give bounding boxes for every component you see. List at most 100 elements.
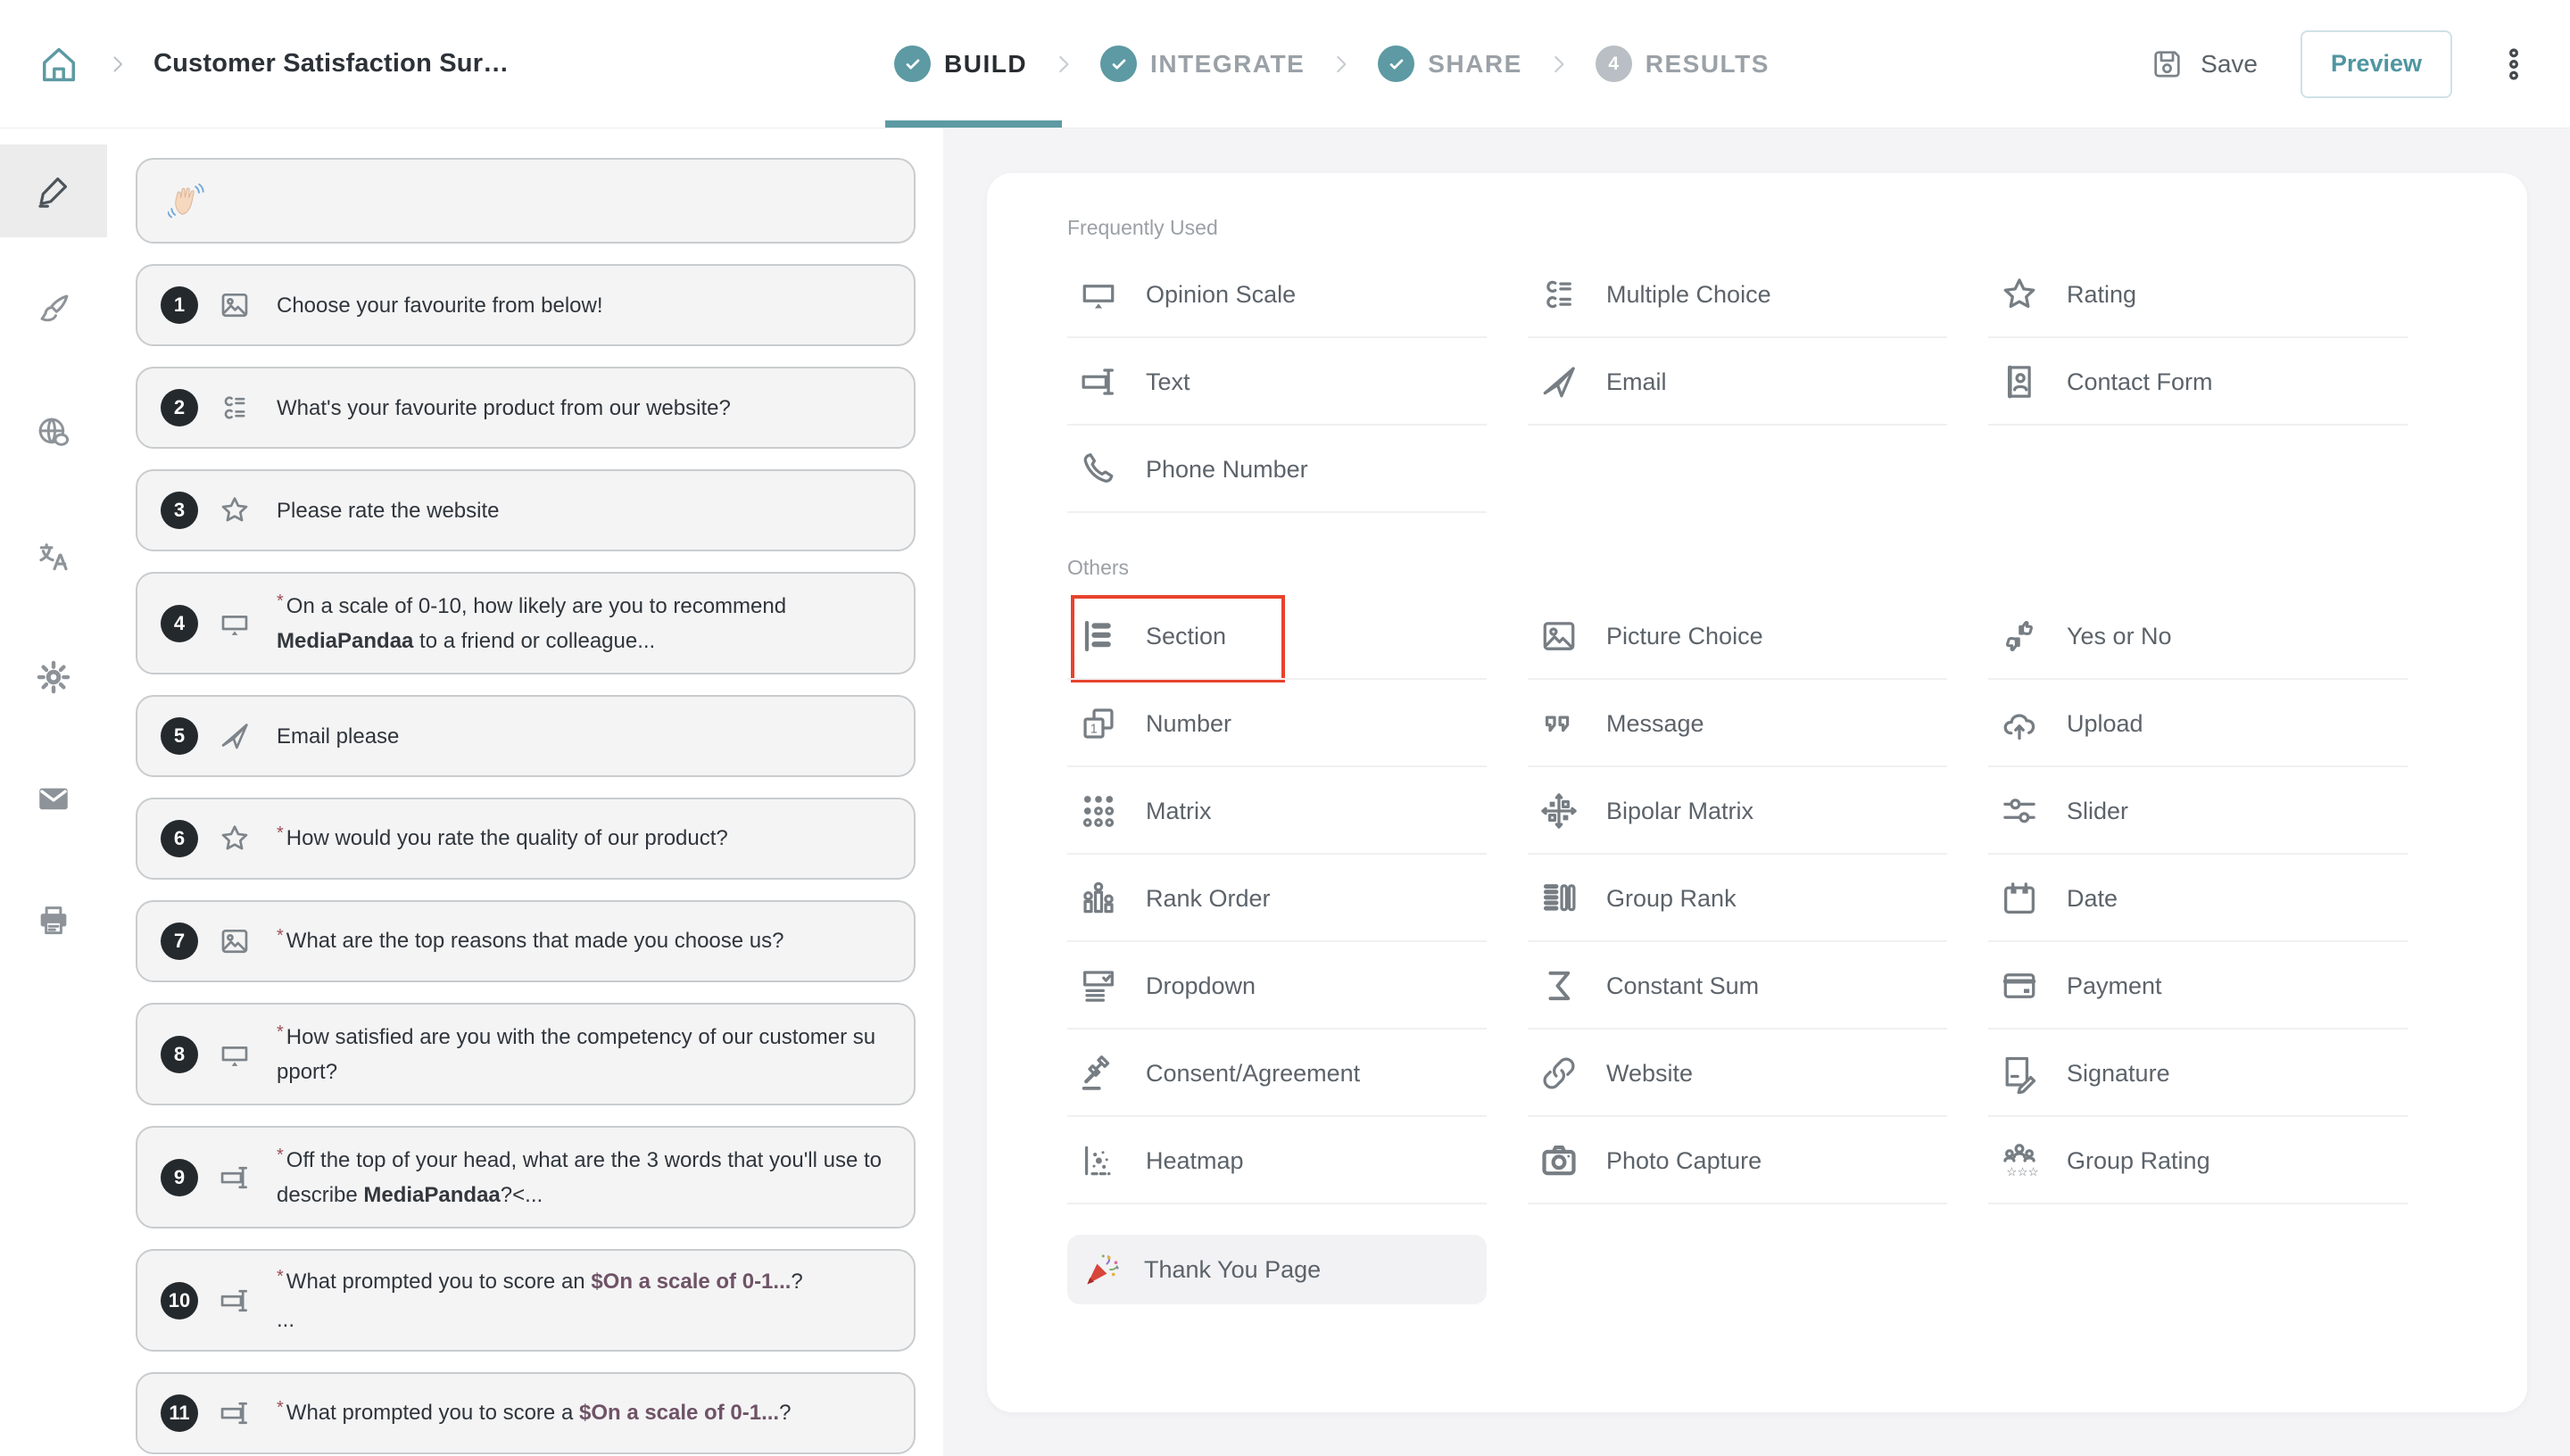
- yes-no-icon: [1999, 616, 2040, 657]
- question-text: *On a scale of 0-10, how likely are you …: [277, 590, 883, 658]
- waving-hand-icon: [168, 180, 209, 221]
- question-card-7[interactable]: 7*What are the top reasons that made you…: [136, 900, 916, 982]
- opinion-scale-icon: [218, 1038, 252, 1071]
- signature-icon: [1999, 1053, 2040, 1094]
- question-type-label: Section: [1146, 623, 1226, 650]
- sidebar-item-globe[interactable]: [0, 386, 107, 479]
- question-card-2[interactable]: 2What's your favourite product from our …: [136, 367, 916, 449]
- translate-icon: [35, 538, 72, 575]
- question-text: *How satisfied are you with the competen…: [277, 1021, 883, 1088]
- constant-sum-icon: [1538, 965, 1579, 1006]
- question-type-phone-number[interactable]: Phone Number: [1067, 426, 1528, 513]
- question-type-number[interactable]: 1Number: [1067, 680, 1528, 767]
- tab-share[interactable]: SHARE: [1378, 46, 1522, 82]
- question-card-10[interactable]: 10 *What prompted you to score an $On a s…: [136, 1249, 916, 1352]
- tool-sidebar: [0, 128, 107, 1456]
- thank-you-page-item[interactable]: Thank You Page: [1067, 1235, 1487, 1304]
- step-number-badge: 4: [1596, 46, 1632, 82]
- tab-build[interactable]: BUILD: [894, 46, 1027, 82]
- question-type-rank-order[interactable]: Rank Order: [1067, 855, 1528, 942]
- contact-form-icon: [1999, 361, 2040, 402]
- question-type-website[interactable]: Website: [1528, 1030, 1988, 1117]
- question-type-label: Signature: [2067, 1060, 2170, 1088]
- section-title: Frequently Used: [1067, 216, 2527, 240]
- question-type-label: Email: [1606, 368, 1667, 396]
- question-type-label: Constant Sum: [1606, 972, 1759, 1000]
- question-type-consent-agreement[interactable]: Consent/Agreement: [1067, 1030, 1528, 1117]
- sidebar-item-envelope[interactable]: [0, 752, 107, 845]
- multiple-choice-icon: [1538, 274, 1579, 315]
- phone-number-icon: [1078, 449, 1119, 490]
- save-icon: [2149, 46, 2185, 82]
- question-number-badge: 4: [161, 605, 198, 642]
- question-type-slider[interactable]: Slider: [1988, 767, 2449, 855]
- question-type-payment[interactable]: Payment: [1988, 942, 2449, 1030]
- question-type-rating[interactable]: Rating: [1988, 251, 2449, 338]
- question-type-signature[interactable]: Signature: [1988, 1030, 2449, 1117]
- question-type-constant-sum[interactable]: Constant Sum: [1528, 942, 1988, 1030]
- sidebar-item-gear[interactable]: [0, 631, 107, 724]
- question-type-label: Message: [1606, 710, 1704, 738]
- required-asterisk: *: [277, 1022, 284, 1042]
- question-type-section[interactable]: Section: [1067, 592, 1528, 680]
- question-type-label: Multiple Choice: [1606, 281, 1771, 309]
- question-type-contact-form[interactable]: Contact Form: [1988, 338, 2449, 426]
- question-type-dropdown[interactable]: Dropdown: [1067, 942, 1528, 1030]
- question-type-date[interactable]: Date: [1988, 855, 2449, 942]
- question-type-text[interactable]: Text: [1067, 338, 1528, 426]
- question-type-photo-capture[interactable]: Photo Capture: [1528, 1117, 1988, 1204]
- sidebar-item-translate[interactable]: [0, 510, 107, 603]
- question-type-label: Contact Form: [2067, 368, 2213, 396]
- question-type-group-rank[interactable]: Group Rank: [1528, 855, 1988, 942]
- question-type-opinion-scale[interactable]: Opinion Scale: [1067, 251, 1528, 338]
- picture-choice-icon: [1538, 616, 1579, 657]
- question-card-5[interactable]: 5Email please: [136, 695, 916, 777]
- number-icon: 1: [1078, 703, 1119, 744]
- question-type-label: Yes or No: [2067, 623, 2172, 650]
- tab-results[interactable]: 4 RESULTS: [1596, 46, 1770, 82]
- sidebar-item-edit-pencil[interactable]: [0, 145, 107, 237]
- upload-icon: [1999, 703, 2040, 744]
- question-text: *What prompted you to score an $On a sca…: [277, 1265, 803, 1336]
- question-card-6[interactable]: 6*How would you rate the quality of our …: [136, 798, 916, 880]
- tab-integrate[interactable]: INTEGRATE: [1100, 46, 1305, 82]
- question-card-9[interactable]: 9*Off the top of your head, what are the…: [136, 1126, 916, 1228]
- question-type-label: Date: [2067, 885, 2118, 913]
- question-card-8[interactable]: 8*How satisfied are you with the compete…: [136, 1003, 916, 1105]
- question-card-3[interactable]: 3Please rate the website: [136, 469, 916, 551]
- question-card-1[interactable]: 1Choose your favourite from below!: [136, 264, 916, 346]
- photo-capture-icon: [1538, 1140, 1579, 1181]
- kebab-menu-icon[interactable]: [2495, 41, 2533, 87]
- multiple-choice-icon: [218, 391, 252, 425]
- question-number-badge: 10: [161, 1282, 198, 1320]
- opinion-scale-icon: [218, 607, 252, 641]
- question-type-email[interactable]: Email: [1528, 338, 1988, 426]
- home-icon[interactable]: [36, 41, 82, 87]
- question-card-11[interactable]: 11*What prompted you to score a $On a sc…: [136, 1372, 916, 1454]
- sidebar-item-printer[interactable]: [0, 874, 107, 967]
- question-text: What's your favourite product from our w…: [277, 392, 731, 425]
- question-type-heatmap[interactable]: Heatmap: [1067, 1117, 1528, 1204]
- question-text: Choose your favourite from below!: [277, 289, 603, 322]
- question-type-yes-or-no[interactable]: Yes or No: [1988, 592, 2449, 680]
- rating-icon: [218, 822, 252, 856]
- envelope-icon: [35, 780, 72, 817]
- question-card-4[interactable]: 4 *On a scale of 0-10, how likely are you…: [136, 572, 916, 674]
- text-icon: [218, 1396, 252, 1430]
- question-type-upload[interactable]: Upload: [1988, 680, 2449, 767]
- question-type-bipolar-matrix[interactable]: Bipolar Matrix: [1528, 767, 1988, 855]
- question-type-matrix[interactable]: Matrix: [1067, 767, 1528, 855]
- preview-button[interactable]: Preview: [2301, 30, 2452, 98]
- welcome-card[interactable]: [136, 158, 916, 244]
- picture-choice-icon: [218, 288, 252, 322]
- question-type-picture-choice[interactable]: Picture Choice: [1528, 592, 1988, 680]
- question-type-message[interactable]: Message: [1528, 680, 1988, 767]
- question-list-panel: 1Choose your favourite from below! 2What'…: [107, 128, 943, 1456]
- question-list: 1Choose your favourite from below! 2What'…: [136, 158, 916, 1454]
- question-type-group-rating[interactable]: ☆☆☆Group Rating: [1988, 1117, 2449, 1204]
- save-button[interactable]: Save: [2149, 46, 2258, 82]
- question-type-label: Rank Order: [1146, 885, 1271, 913]
- email-icon: [218, 719, 252, 753]
- sidebar-item-paint-brush[interactable]: [0, 263, 107, 356]
- question-type-multiple-choice[interactable]: Multiple Choice: [1528, 251, 1988, 338]
